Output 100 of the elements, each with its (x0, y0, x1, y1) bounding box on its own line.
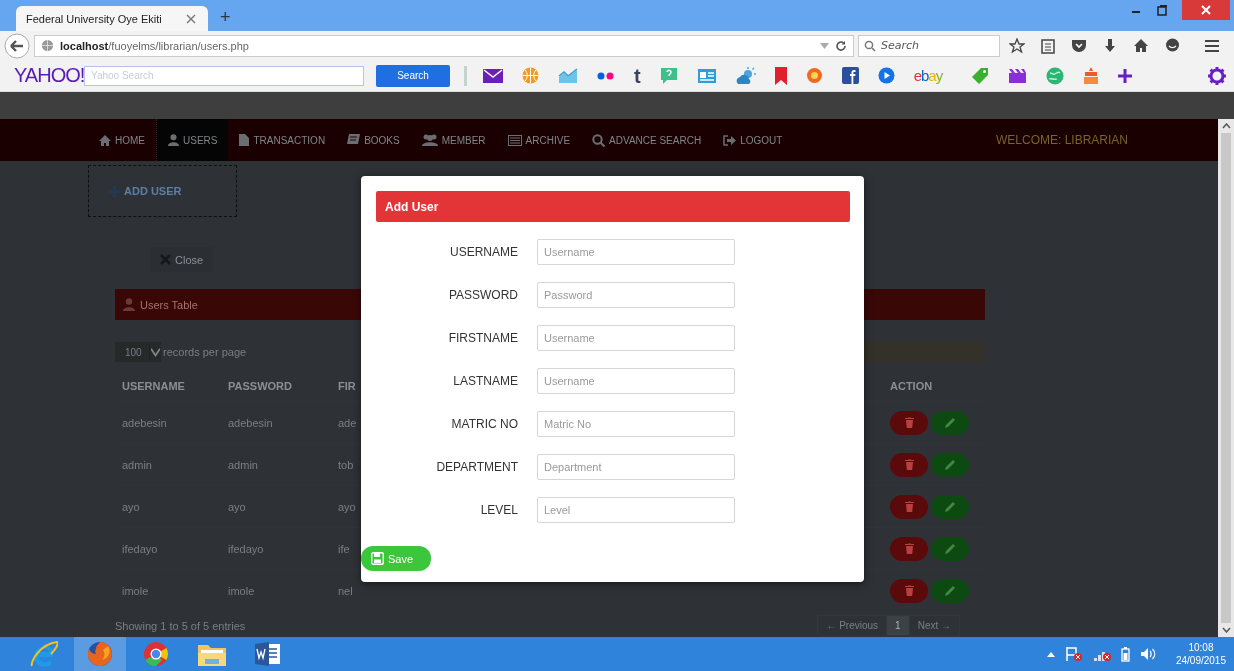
edit-button[interactable] (931, 536, 969, 561)
browser-tab[interactable]: Federal University Oye Ekiti (16, 6, 208, 31)
chart-icon[interactable] (558, 67, 578, 84)
battery-icon[interactable] (1120, 646, 1130, 662)
dots-icon[interactable] (597, 71, 615, 80)
add-user-button[interactable]: ADD USER (88, 165, 237, 217)
caret-up-icon[interactable] (1046, 651, 1055, 657)
scrollbar[interactable] (1218, 119, 1234, 637)
download-icon[interactable] (1103, 37, 1117, 54)
entries-summary: Showing 1 to 5 of 5 entries (115, 619, 246, 632)
facebook-icon[interactable] (841, 67, 859, 84)
page-link[interactable]: 1 (886, 616, 910, 635)
table-cell-text: ayo (337, 500, 356, 513)
nav-item[interactable]: TRANSACTION (228, 119, 337, 161)
bookmark-icon[interactable] (774, 66, 787, 85)
speaker-icon[interactable] (1139, 647, 1156, 661)
input-field[interactable]: Username (537, 368, 735, 394)
close-button[interactable] (1182, 0, 1230, 20)
home-icon[interactable] (1133, 38, 1149, 53)
pencil-icon (944, 500, 956, 513)
delete-button[interactable] (890, 410, 928, 435)
field-label: DEPARTMENT (435, 460, 518, 474)
column-header[interactable]: ACTION (890, 380, 985, 392)
star-icon[interactable] (1009, 37, 1025, 54)
tag-icon[interactable] (971, 66, 990, 85)
nav-item[interactable]: BOOKS (336, 119, 411, 161)
globe-icon[interactable] (1046, 66, 1065, 85)
tumblr-logo[interactable]: t (634, 65, 641, 86)
close-button[interactable]: Close (150, 247, 214, 272)
delete-button[interactable] (890, 536, 928, 561)
flag-icon[interactable] (1064, 646, 1083, 662)
delete-button[interactable] (890, 452, 928, 477)
weather-icon[interactable] (735, 66, 756, 85)
reload-icon[interactable] (835, 39, 847, 52)
search-icon (864, 39, 876, 52)
document-icon (254, 641, 282, 667)
input-field[interactable]: Level (537, 497, 735, 523)
settings-icon[interactable] (1208, 66, 1226, 85)
nav-item[interactable]: HOME (88, 119, 156, 161)
pocket-icon[interactable] (1071, 38, 1087, 53)
nav-item[interactable]: ADVANCE SEARCH (581, 119, 713, 161)
close-icon[interactable] (186, 13, 196, 24)
sun-icon[interactable] (805, 67, 823, 84)
input-field[interactable]: Username (537, 325, 735, 351)
browser-search-field[interactable]: Search (858, 34, 1000, 57)
table-cell-text: ade (337, 416, 357, 429)
nav-item[interactable]: USERS (156, 119, 229, 161)
taskbar-app[interactable] (74, 637, 126, 671)
plus-icon[interactable] (1118, 68, 1133, 83)
mail-icon[interactable] (483, 68, 503, 83)
next-link[interactable]: Next → (909, 616, 959, 635)
input-field[interactable]: Password (537, 282, 735, 308)
field-label: PASSWORD (447, 288, 518, 302)
back-icon[interactable] (4, 32, 30, 59)
question-bubble-icon[interactable] (659, 66, 678, 85)
plus-icon (109, 185, 120, 197)
ebay-logo[interactable]: ebay (913, 67, 943, 84)
edit-button[interactable] (931, 494, 969, 519)
page-size-label: records per page (163, 346, 247, 358)
restore-icon[interactable] (1156, 4, 1168, 16)
new-tab-button[interactable]: + (220, 7, 231, 27)
list-icon (507, 134, 522, 146)
nav-item[interactable]: LOGOUT (712, 119, 794, 161)
scroll-up-icon[interactable] (1221, 123, 1231, 129)
clock[interactable]: 10:08 24/09/2015 (1175, 641, 1226, 667)
table-cell-text: adebesin (121, 416, 168, 429)
delete-button[interactable] (890, 578, 928, 603)
basketball-icon[interactable] (522, 67, 539, 84)
edit-button[interactable] (931, 410, 969, 435)
play-icon[interactable] (877, 67, 895, 84)
clapperboard-icon[interactable] (1008, 67, 1028, 84)
column-header[interactable]: USERNAME (115, 380, 221, 392)
cake-icon[interactable] (1083, 66, 1100, 85)
clipboard-icon[interactable] (1041, 37, 1055, 54)
page-size-select[interactable]: 100 (115, 342, 161, 362)
column-header[interactable]: FIR (331, 380, 356, 392)
delete-button[interactable] (890, 494, 928, 519)
yahoo-logo[interactable]: YAHOO! (14, 64, 84, 87)
previous-link[interactable]: ← Previous (818, 616, 887, 635)
yahoo-search-button[interactable]: Search (376, 64, 450, 87)
menu-icon[interactable] (1204, 38, 1220, 53)
floppy-icon (371, 552, 384, 565)
edit-button[interactable] (931, 452, 969, 477)
newspaper-icon[interactable] (696, 67, 717, 84)
globe-icon (41, 39, 54, 52)
address-bar[interactable]: localhost/fuoyelms/librarian/users.php (34, 34, 854, 57)
scroll-down-icon[interactable] (1221, 627, 1231, 633)
input-field[interactable]: Username (537, 239, 735, 265)
input-field[interactable]: Matric No (537, 411, 735, 437)
chat-icon[interactable] (1165, 38, 1180, 53)
input-field[interactable]: Department (537, 454, 735, 480)
column-header[interactable]: PASSWORD (221, 380, 331, 392)
table-cell-text: tob (337, 458, 354, 471)
nav-item[interactable]: ARCHIVE (496, 119, 582, 161)
pencil-icon (944, 458, 956, 471)
nav-item[interactable]: MEMBER (410, 119, 497, 161)
trash-icon (904, 459, 914, 470)
field-label: LEVEL (479, 503, 518, 517)
dropdown-icon[interactable] (820, 42, 829, 49)
edit-button[interactable] (931, 578, 969, 603)
